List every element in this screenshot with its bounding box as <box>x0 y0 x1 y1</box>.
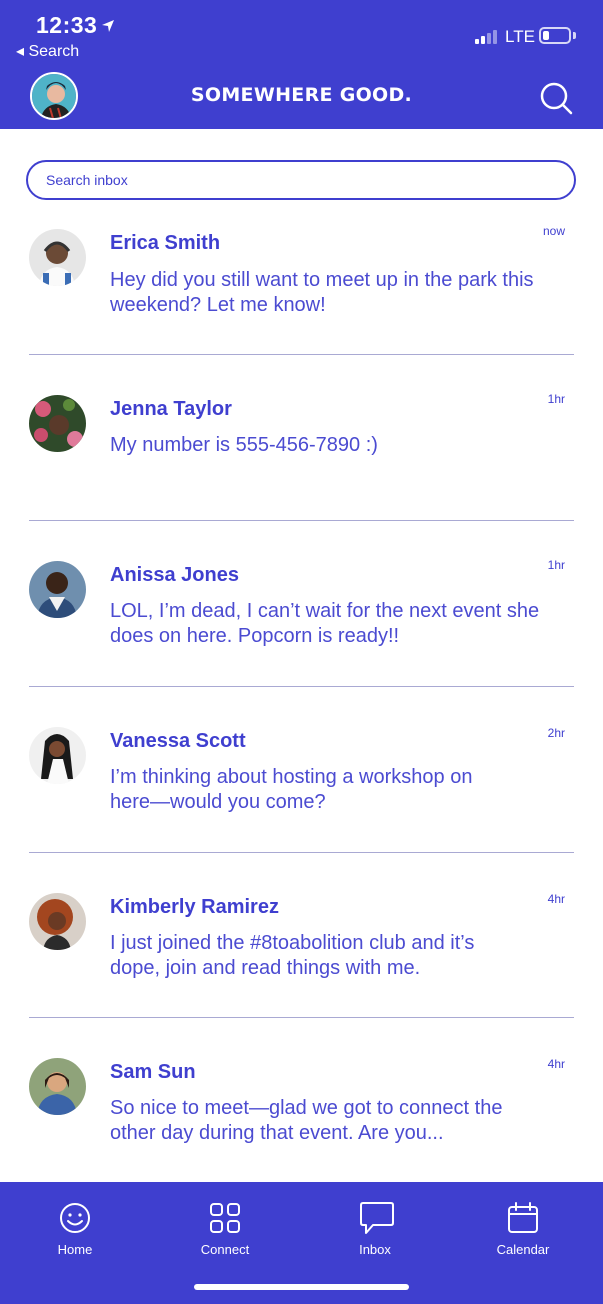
conversation-item[interactable]: Erica Smith now Hey did you still want t… <box>0 214 603 380</box>
contact-avatar <box>29 561 86 618</box>
tab-inbox[interactable]: Inbox <box>315 1182 435 1272</box>
status-time-value: 12:33 <box>36 12 98 38</box>
contact-name: Kimberly Ramirez <box>110 896 279 918</box>
contact-name: Jenna Taylor <box>110 398 232 420</box>
network-type: LTE <box>505 27 535 46</box>
app-header: 12:33 ◂ Search LTE SOMEWHERE GOOD. <box>0 0 603 129</box>
smiley-icon <box>60 1203 90 1233</box>
message-preview: Hey did you still want to meet up in the… <box>110 269 534 316</box>
message-preview: LOL, I’m dead, I can’t wait for the next… <box>110 600 540 647</box>
tab-calendar-label: Calendar <box>496 1242 550 1257</box>
contact-avatar <box>29 1058 86 1115</box>
conversation-item[interactable]: Kimberly Ramirez 4hr I just joined the #… <box>0 878 603 1044</box>
divider <box>29 686 574 687</box>
message-preview: I just joined the #8toabolition club and… <box>110 932 475 979</box>
search-inbox-input[interactable] <box>26 160 576 200</box>
tab-bar: Home Connect Inbox Calendar <box>0 1182 603 1304</box>
divider <box>29 354 574 355</box>
message-time: 4hr <box>547 892 565 906</box>
contact-name: Anissa Jones <box>110 564 239 586</box>
battery-cap <box>573 32 576 39</box>
contact-name: Sam Sun <box>110 1061 196 1083</box>
conversation-item[interactable]: Jenna Taylor 1hr My number is 555-456-78… <box>0 380 603 546</box>
message-time: 1hr <box>547 558 565 572</box>
search-icon <box>540 82 573 115</box>
battery-level <box>543 31 549 40</box>
calendar-icon <box>508 1202 538 1233</box>
message-time: now <box>542 224 565 238</box>
tab-connect[interactable]: Connect <box>165 1182 285 1272</box>
contact-avatar <box>29 395 86 452</box>
message-preview: So nice to meet—glad we got to connect t… <box>110 1097 503 1144</box>
brand-logo: SOMEWHERE GOOD. <box>190 84 413 106</box>
chat-bubble-icon <box>360 1202 394 1234</box>
tab-connect-label: Connect <box>200 1242 250 1257</box>
message-time: 1hr <box>547 392 565 406</box>
message-time: 2hr <box>547 726 565 740</box>
tab-home[interactable]: Home <box>15 1182 135 1272</box>
search-button[interactable] <box>538 80 574 116</box>
contact-avatar <box>29 727 86 784</box>
contact-avatar <box>29 229 86 286</box>
battery-icon <box>539 27 571 44</box>
grid-icon <box>210 1203 240 1233</box>
contact-name: Vanessa Scott <box>110 730 246 752</box>
tab-inbox-label: Inbox <box>359 1242 391 1257</box>
home-indicator[interactable] <box>194 1284 409 1290</box>
conversation-item[interactable]: Anissa Jones 1hr LOL, I’m dead, I can’t … <box>0 546 603 712</box>
contact-avatar <box>29 893 86 950</box>
back-to-search-link[interactable]: ◂ Search <box>16 41 79 61</box>
cell-signal-icon <box>475 30 497 44</box>
location-arrow-icon <box>101 12 115 39</box>
message-preview: My number is 555-456-7890 :) <box>110 434 378 456</box>
contact-name: Erica Smith <box>110 232 221 254</box>
tab-calendar[interactable]: Calendar <box>463 1182 583 1272</box>
conversation-item[interactable]: Vanessa Scott 2hr I’m thinking about hos… <box>0 712 603 878</box>
divider <box>29 852 574 853</box>
status-time: 12:33 <box>36 12 115 39</box>
message-time: 4hr <box>547 1057 565 1071</box>
divider <box>29 1017 574 1018</box>
tab-home-label: Home <box>57 1242 93 1257</box>
message-preview: I’m thinking about hosting a workshop on… <box>110 766 473 813</box>
divider <box>29 520 574 521</box>
